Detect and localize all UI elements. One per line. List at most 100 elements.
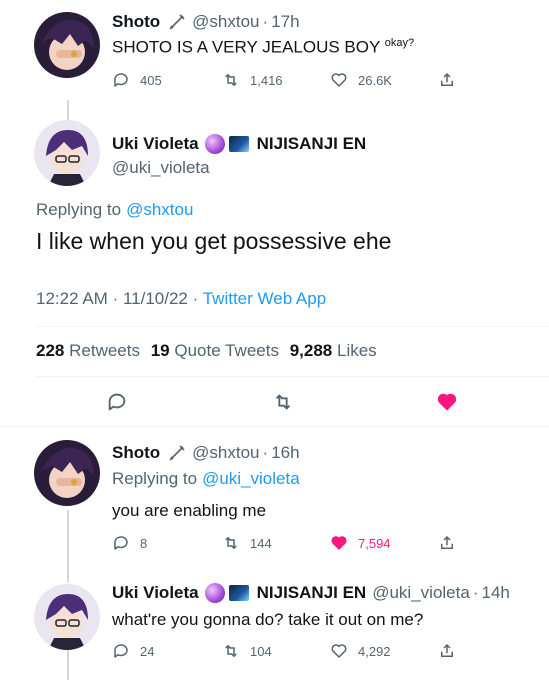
tweet-meta: 12:22 AM · 11/10/22 · Twitter Web App [36, 289, 326, 309]
separator-dot: · [472, 583, 479, 602]
tweet-source-link[interactable]: Twitter Web App [203, 289, 326, 308]
replying-to: Replying to @shxtou [36, 200, 193, 220]
divider [36, 376, 549, 377]
thread-line [67, 100, 69, 120]
retweet-button[interactable]: 1,416 [222, 71, 283, 89]
tweet1-text: SHOTO IS A VERY JEALOUS BOY okay? [112, 37, 414, 58]
reply-button[interactable]: 405 [112, 71, 162, 89]
avatar-uki[interactable] [34, 584, 100, 650]
separator-dot: · [262, 443, 269, 462]
retweet-icon [225, 73, 237, 87]
reply-icon [108, 393, 126, 411]
share-icon [441, 72, 453, 86]
author-handle[interactable]: @uki_violeta [112, 158, 210, 178]
sword-icon [168, 444, 186, 462]
reply-button[interactable]: 24 [112, 642, 154, 660]
quotes-count: 19 [150, 341, 170, 360]
nijisanji-logo-icon [228, 585, 249, 601]
tweet-time[interactable]: 17h [271, 12, 299, 32]
reply-icon [114, 644, 128, 658]
like-button[interactable] [436, 391, 458, 413]
thread-line [67, 510, 69, 582]
quotes-label: Quote Tweets [174, 341, 279, 360]
retweet-count: 1,416 [250, 72, 283, 88]
share-button[interactable] [438, 71, 456, 89]
main-tweet-text: I like when you get possessive ehe [36, 228, 392, 254]
reply-count: 405 [140, 72, 162, 88]
retweet-button[interactable]: 144 [222, 534, 272, 552]
retweets-label: Retweets [69, 341, 140, 360]
like-button[interactable]: 4,292 [330, 642, 391, 660]
likes-stat[interactable]: 9,288 Likes [290, 341, 377, 360]
share-icon [441, 643, 453, 657]
reply-icon [114, 536, 128, 550]
reply-button[interactable]: 8 [112, 534, 147, 552]
author-name[interactable]: Uki Violeta [112, 134, 199, 154]
crystal-ball-icon [204, 134, 225, 154]
tweet-text-sup: okay? [384, 37, 415, 49]
replying-to: Replying to @uki_violeta [112, 469, 300, 489]
nijisanji-logo-icon [228, 136, 249, 152]
crystal-ball-icon [204, 583, 225, 603]
retweet-icon [225, 536, 237, 550]
reply1-header: Shoto @shxtou · 16h [112, 443, 300, 463]
heart-icon [331, 536, 347, 550]
author-name[interactable]: Shoto [112, 443, 160, 463]
divider [36, 326, 549, 327]
separator-dot: · [112, 289, 119, 308]
reply1-text: you are enabling me [112, 501, 267, 520]
tweet-date[interactable]: 11/10/22 [123, 289, 188, 308]
like-count: 26.6K [358, 72, 392, 88]
like-button[interactable]: 26.6K [330, 71, 392, 89]
separator-dot: · [192, 289, 199, 308]
retweet-count: 104 [250, 643, 272, 659]
retweets-stat[interactable]: 228 Retweets [36, 341, 140, 360]
replying-prefix: Replying to [36, 200, 122, 219]
sword-icon [168, 13, 186, 31]
reply-count: 8 [140, 535, 148, 551]
share-button[interactable] [438, 642, 456, 660]
author-name[interactable]: Uki Violeta [112, 583, 199, 603]
like-count: 7,594 [358, 535, 391, 551]
heart-icon [437, 393, 457, 411]
separator-dot: · [262, 12, 269, 31]
share-icon [441, 535, 453, 549]
retweet-button[interactable]: 104 [222, 642, 272, 660]
quotes-stat[interactable]: 19 Quote Tweets [151, 341, 279, 360]
avatar-uki[interactable] [34, 120, 100, 186]
heart-icon [331, 73, 347, 87]
heart-icon [331, 644, 347, 658]
affiliation-label[interactable]: NIJISANJI EN [257, 583, 367, 603]
like-count: 4,292 [358, 643, 391, 659]
divider [0, 426, 549, 427]
thread-line [67, 650, 69, 680]
replying-to-link[interactable]: @shxtou [126, 200, 193, 220]
reply-icon [114, 73, 128, 87]
likes-count: 9,288 [289, 341, 333, 360]
like-button[interactable]: 7,594 [330, 534, 391, 552]
affiliation-label[interactable]: NIJISANJI EN [257, 134, 367, 154]
share-button[interactable] [438, 534, 456, 552]
avatar-shoto[interactable] [34, 440, 100, 506]
author-handle[interactable]: @shxtou [192, 12, 259, 32]
retweet-icon [225, 644, 237, 658]
likes-label: Likes [336, 341, 377, 360]
main-tweet-handle-row: @uki_violeta [112, 158, 210, 178]
tweet1-header: Shoto @shxtou · 17h [112, 12, 300, 32]
tweet-timestamp[interactable]: 12:22 AM [36, 289, 108, 308]
retweet-button[interactable] [272, 391, 294, 413]
replying-to-link[interactable]: @uki_violeta [202, 469, 300, 489]
tweet-time[interactable]: 16h [271, 443, 299, 463]
tweet-text-main: SHOTO IS A VERY JEALOUS BOY [112, 37, 381, 57]
author-handle[interactable]: @uki_violeta [372, 583, 470, 603]
tweet-stats: 228 Retweets 19 Quote Tweets 9,288 Likes [36, 341, 377, 361]
author-handle[interactable]: @shxtou [192, 443, 259, 463]
tweet-time[interactable]: 14h [481, 583, 509, 603]
avatar-shoto[interactable] [34, 12, 100, 78]
reply-button[interactable] [106, 391, 128, 413]
author-name[interactable]: Shoto [112, 12, 160, 32]
retweet-icon [275, 394, 291, 410]
retweets-count: 228 [36, 341, 65, 360]
reply2-text: what're you gonna do? take it out on me? [112, 610, 424, 629]
main-tweet-header: Uki Violeta NIJISANJI EN [112, 134, 366, 154]
